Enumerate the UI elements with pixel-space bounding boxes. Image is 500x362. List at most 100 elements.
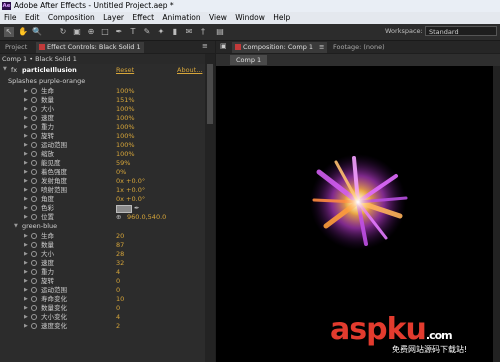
param-value[interactable]: 10 [116, 295, 124, 304]
expand-triangle-icon[interactable]: ▶ [24, 204, 28, 213]
tab-composition[interactable]: Composition: Comp 1 ≡ [232, 42, 328, 53]
menu-file[interactable]: File [4, 12, 17, 24]
param-value[interactable]: 87 [116, 241, 124, 250]
param-row[interactable]: ▶ 喷射范围 1x +0.0° [0, 186, 205, 195]
param-row[interactable]: ▶ 旋转 100% [0, 132, 205, 141]
expand-triangle-icon[interactable]: ▶ [24, 186, 28, 195]
stopwatch-icon[interactable] [31, 124, 37, 130]
param-value[interactable]: 100% [116, 141, 135, 150]
zoom-tool-icon[interactable]: 🔍 [32, 27, 42, 37]
param-row[interactable]: ▶ 能见度 59% [0, 159, 205, 168]
stopwatch-icon[interactable] [31, 187, 37, 193]
rotate-tool-icon[interactable]: ↻ [58, 27, 68, 37]
expand-triangle-icon[interactable]: ▶ [24, 268, 28, 277]
stopwatch-icon[interactable] [31, 296, 37, 302]
param-value[interactable]: 1x +0.0° [116, 186, 145, 195]
stopwatch-icon[interactable] [31, 233, 37, 239]
param-value[interactable]: 100% [116, 105, 135, 114]
param-value[interactable]: 0x +0.0° [116, 177, 145, 186]
roto-brush-tool-icon[interactable]: ✉ [184, 27, 194, 37]
menu-effect[interactable]: Effect [132, 12, 154, 24]
stopwatch-icon[interactable] [31, 305, 37, 311]
stopwatch-icon[interactable] [31, 169, 37, 175]
expand-triangle-icon[interactable]: ▶ [24, 213, 28, 222]
pan-behind-tool-icon[interactable]: ⊕ [86, 27, 96, 37]
stopwatch-icon[interactable] [31, 106, 37, 112]
expand-triangle-icon[interactable]: ▼ [14, 222, 18, 231]
expand-triangle-icon[interactable]: ▶ [24, 105, 28, 114]
puppet-tool-icon[interactable]: † [198, 27, 208, 37]
expand-triangle-icon[interactable]: ▶ [24, 304, 28, 313]
reset-link[interactable]: Reset [116, 66, 134, 74]
param-row[interactable]: ▶ 缩放 100% [0, 150, 205, 159]
param-value[interactable]: 100% [116, 87, 135, 96]
close-tab-icon[interactable] [39, 44, 45, 50]
stopwatch-icon[interactable] [31, 269, 37, 275]
stopwatch-icon[interactable] [31, 214, 37, 220]
stopwatch-icon[interactable] [31, 88, 37, 94]
param-row[interactable]: ▶ 位置 960.0,540.0 ⊕ [0, 213, 205, 222]
param-row[interactable]: ▶ 重力 100% [0, 123, 205, 132]
menu-help[interactable]: Help [273, 12, 290, 24]
expand-triangle-icon[interactable]: ▶ [24, 277, 28, 286]
param-row[interactable]: ▶ 数量 87 [0, 241, 205, 250]
param-row[interactable]: ▶ 数量 151% [0, 96, 205, 105]
selection-tool-icon[interactable]: ↖ [4, 27, 14, 37]
tab-menu-icon[interactable]: ≡ [319, 43, 324, 51]
param-row[interactable]: ▶ 生命 20 [0, 232, 205, 241]
param-value[interactable]: 0 [116, 304, 120, 313]
expand-triangle-icon[interactable]: ▶ [24, 286, 28, 295]
param-row[interactable]: ▶ 角度 0x +0.0° [0, 195, 205, 204]
stopwatch-icon[interactable] [31, 314, 37, 320]
param-value[interactable]: 2 [116, 322, 120, 331]
expand-triangle-icon[interactable]: ▶ [24, 168, 28, 177]
stopwatch-icon[interactable] [31, 251, 37, 257]
stopwatch-icon[interactable] [31, 323, 37, 329]
stopwatch-icon[interactable] [31, 287, 37, 293]
menu-view[interactable]: View [209, 12, 227, 24]
expand-triangle-icon[interactable]: ▶ [24, 159, 28, 168]
expand-triangle-icon[interactable]: ▶ [24, 150, 28, 159]
stopwatch-icon[interactable] [31, 260, 37, 266]
pen-tool-icon[interactable]: ✒ [114, 27, 124, 37]
param-value[interactable]: 4 [116, 313, 120, 322]
param-value[interactable]: 960.0,540.0 [127, 213, 166, 222]
expand-triangle-icon[interactable]: ▶ [24, 232, 28, 241]
stopwatch-icon[interactable] [31, 115, 37, 121]
param-row[interactable]: ▶ 速度 32 [0, 259, 205, 268]
text-tool-icon[interactable]: T [128, 27, 138, 37]
rectangle-tool-icon[interactable]: □ [100, 27, 110, 37]
expand-triangle-icon[interactable]: ▶ [24, 250, 28, 259]
color-swatch[interactable] [116, 205, 132, 213]
menu-window[interactable]: Window [235, 12, 265, 24]
param-row[interactable]: ▶ 重力 4 [0, 268, 205, 277]
param-value[interactable]: 100% [116, 150, 135, 159]
snap-icon[interactable]: ▤ [215, 27, 225, 37]
param-value[interactable]: 32 [116, 259, 124, 268]
fx-icon[interactable]: fx [11, 66, 17, 74]
menu-composition[interactable]: Composition [48, 12, 95, 24]
param-value[interactable]: 0% [116, 168, 126, 177]
comp-subtab[interactable]: Comp 1 [230, 55, 268, 65]
param-value[interactable]: 100% [116, 114, 135, 123]
about-link[interactable]: About... [177, 66, 202, 74]
param-row[interactable]: ▶ 色彩 ✒ [0, 204, 205, 213]
param-row[interactable]: ▶ 大小 100% [0, 105, 205, 114]
stopwatch-icon[interactable] [31, 97, 37, 103]
param-value[interactable]: 28 [116, 250, 124, 259]
param-row[interactable]: ▶ 着色强度 0% [0, 168, 205, 177]
tab-project[interactable]: Project [2, 42, 30, 53]
expand-triangle-icon[interactable]: ▶ [24, 259, 28, 268]
param-row[interactable]: ▶ 运动范围 0 [0, 286, 205, 295]
expand-triangle-icon[interactable]: ▶ [24, 295, 28, 304]
menu-animation[interactable]: Animation [162, 12, 200, 24]
stopwatch-icon[interactable] [31, 278, 37, 284]
tab-footage[interactable]: Footage: (none) [330, 42, 388, 53]
stopwatch-icon[interactable] [31, 196, 37, 202]
param-row[interactable]: ▶ 旋转 0 [0, 277, 205, 286]
expand-triangle-icon[interactable]: ▼ [3, 66, 7, 72]
param-row[interactable]: ▶ 大小变化 4 [0, 313, 205, 322]
stopwatch-icon[interactable] [31, 178, 37, 184]
stopwatch-icon[interactable] [31, 205, 37, 211]
expand-triangle-icon[interactable]: ▶ [24, 123, 28, 132]
